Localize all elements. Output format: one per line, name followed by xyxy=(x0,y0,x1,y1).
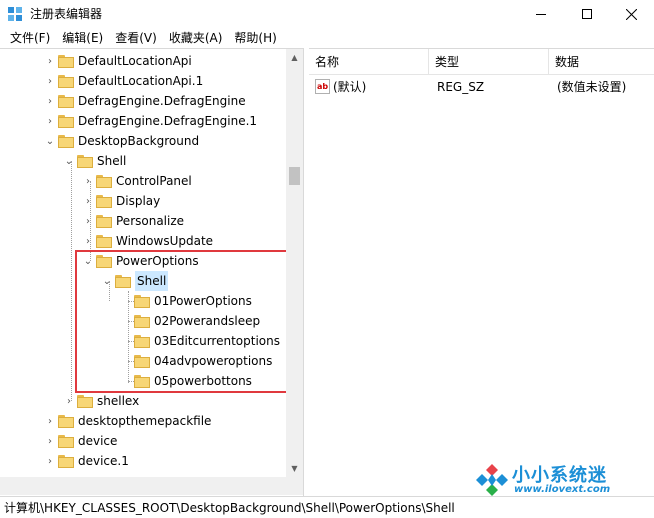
string-value-icon: ab xyxy=(315,79,330,94)
tree-node-label: device xyxy=(78,434,118,448)
folder-icon xyxy=(77,394,93,408)
annotation-highlight-box xyxy=(75,250,296,393)
tree-vertical-scrollbar[interactable]: ▲ ▼ xyxy=(286,49,303,477)
menu-edit[interactable]: 编辑(E) xyxy=(56,28,109,48)
maximize-icon xyxy=(581,9,592,19)
tree-node-label: DefragEngine.DefragEngine.1 xyxy=(78,114,258,128)
folder-icon xyxy=(96,194,112,208)
tree-node-label: DefaultLocationApi xyxy=(78,54,192,68)
tree-node[interactable]: › desktopthemepackfile xyxy=(44,411,211,431)
folder-icon xyxy=(58,54,74,68)
registry-editor-icon xyxy=(8,7,22,21)
scroll-down-arrow-icon[interactable]: ▼ xyxy=(286,460,303,477)
tree-node-label: device.1 xyxy=(78,454,129,468)
folder-icon xyxy=(77,154,93,168)
window-title: 注册表编辑器 xyxy=(30,7,103,21)
tree-node-label: desktopthemepackfile xyxy=(78,414,212,428)
tree-node[interactable]: › DefragEngine.DefragEngine.1 xyxy=(44,111,257,131)
tree-guide-line xyxy=(71,161,72,401)
tree-node-label: ControlPanel xyxy=(116,174,192,188)
folder-icon xyxy=(58,434,74,448)
tree-node[interactable]: › DefaultLocationApi.1 xyxy=(44,71,203,91)
expand-chevron-icon[interactable]: › xyxy=(44,411,56,431)
tree-horizontal-scrollbar[interactable] xyxy=(0,477,303,495)
folder-icon xyxy=(58,114,74,128)
minimize-button[interactable] xyxy=(518,0,563,28)
minimize-icon xyxy=(535,13,546,15)
folder-icon xyxy=(58,414,74,428)
close-button[interactable] xyxy=(609,0,654,28)
tree-node-label: DesktopBackground xyxy=(78,134,200,148)
tree-node-label: Personalize xyxy=(116,214,185,228)
tree-node[interactable]: › DefaultLocationApi xyxy=(44,51,192,71)
folder-icon xyxy=(96,174,112,188)
watermark-logo-icon xyxy=(476,464,508,496)
tree-node-label: DefaultLocationApi.1 xyxy=(78,74,204,88)
collapse-chevron-icon[interactable]: ⌄ xyxy=(44,131,56,151)
expand-chevron-icon[interactable]: › xyxy=(82,211,94,231)
menu-bar: 文件(F) 编辑(E) 查看(V) 收藏夹(A) 帮助(H) xyxy=(0,28,654,48)
folder-icon xyxy=(58,134,74,148)
folder-icon xyxy=(58,94,74,108)
column-header-data[interactable]: 数据 xyxy=(549,49,654,75)
folder-icon xyxy=(96,214,112,228)
expand-chevron-icon[interactable]: › xyxy=(82,191,94,211)
value-type: REG_SZ xyxy=(437,80,485,94)
values-list-pane[interactable]: 名称 类型 数据 ab (默认) REG_SZ (数值未设置) xyxy=(309,48,654,496)
collapse-chevron-icon[interactable]: ⌄ xyxy=(63,151,75,171)
tree-node[interactable]: ⌄ Shell xyxy=(63,151,126,171)
tree-node[interactable]: › ControlPanel xyxy=(82,171,192,191)
value-name: (默认) xyxy=(333,80,367,94)
tree-node[interactable]: › shellex xyxy=(63,391,139,411)
expand-chevron-icon[interactable]: › xyxy=(63,391,75,411)
tree-node[interactable]: › DefragEngine.DefragEngine xyxy=(44,91,246,111)
watermark: 小小系统迷 www.ilovext.com xyxy=(470,460,654,500)
tree-node[interactable]: › Display xyxy=(82,191,160,211)
expand-chevron-icon[interactable]: › xyxy=(44,71,56,91)
column-header-name[interactable]: 名称 xyxy=(309,49,429,75)
expand-chevron-icon[interactable]: › xyxy=(44,431,56,451)
expand-chevron-icon[interactable]: › xyxy=(44,451,56,471)
column-header-type[interactable]: 类型 xyxy=(429,49,549,75)
menu-favorites[interactable]: 收藏夹(A) xyxy=(163,28,229,48)
watermark-url: www.ilovext.com xyxy=(514,484,611,495)
folder-icon xyxy=(58,74,74,88)
menu-view[interactable]: 查看(V) xyxy=(109,28,163,48)
tree-node-label: Display xyxy=(116,194,161,208)
expand-chevron-icon[interactable]: › xyxy=(44,111,56,131)
maximize-button[interactable] xyxy=(564,0,609,28)
expand-chevron-icon[interactable]: › xyxy=(82,231,94,251)
menu-file[interactable]: 文件(F) xyxy=(4,28,56,48)
folder-icon xyxy=(96,234,112,248)
scroll-up-arrow-icon[interactable]: ▲ xyxy=(286,49,303,66)
title-bar: 注册表编辑器 xyxy=(0,0,654,28)
menu-help[interactable]: 帮助(H) xyxy=(228,28,282,48)
tree-node[interactable]: › Personalize xyxy=(82,211,184,231)
list-header: 名称 类型 数据 xyxy=(309,49,654,75)
tree-node-label: WindowsUpdate xyxy=(116,234,214,248)
tree-node-label: DefragEngine.DefragEngine xyxy=(78,94,246,108)
expand-chevron-icon[interactable]: › xyxy=(44,51,56,71)
value-data: (数值未设置) xyxy=(557,80,627,94)
tree-node[interactable]: › device xyxy=(44,431,117,451)
tree-node[interactable]: › WindowsUpdate xyxy=(82,231,213,251)
tree-node-label: Shell xyxy=(97,154,127,168)
scroll-thumb[interactable] xyxy=(289,167,300,185)
value-row[interactable]: ab (默认) REG_SZ (数值未设置) xyxy=(309,77,654,97)
status-bar-path: 计算机\HKEY_CLASSES_ROOT\DesktopBackground\… xyxy=(0,496,654,518)
folder-icon xyxy=(58,454,74,468)
expand-chevron-icon[interactable]: › xyxy=(44,91,56,111)
close-icon xyxy=(626,8,637,20)
expand-chevron-icon[interactable]: › xyxy=(82,171,94,191)
tree-node-label: shellex xyxy=(97,394,140,408)
tree-node[interactable]: › device.1 xyxy=(44,451,129,471)
tree-node[interactable]: ⌄ DesktopBackground xyxy=(44,131,199,151)
